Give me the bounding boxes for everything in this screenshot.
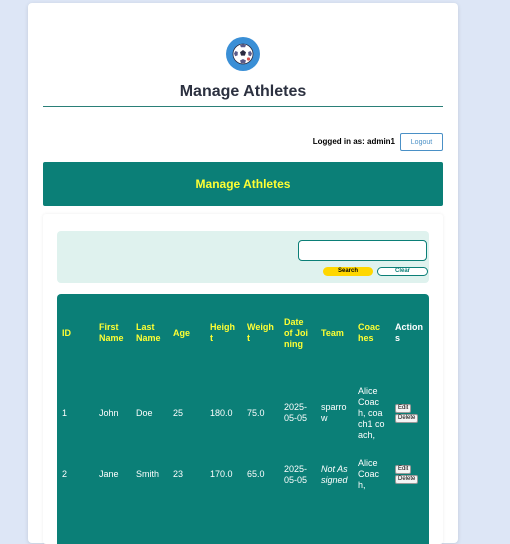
cell-coaches: Alice Coach, coach1 coach, (358, 385, 385, 440)
athletes-table: ID First Name Last Name Age Height Weigh… (57, 294, 429, 544)
table-header-row: ID First Name Last Name Age Height Weigh… (57, 294, 429, 372)
column-header: Age (173, 327, 191, 338)
search-button[interactable]: Search (323, 267, 373, 276)
logged-in-text: Logged in as: admin1 (312, 137, 395, 146)
cell-actions: Edit Delete (390, 454, 429, 495)
column-header: Coaches (358, 322, 381, 343)
cell-team: sparrow (321, 402, 347, 423)
cell-id: 2 (62, 469, 68, 479)
logout-button[interactable]: Logout (400, 133, 443, 151)
title-divider (43, 106, 443, 107)
column-header: Last Name (136, 322, 161, 343)
cell-age: 25 (173, 407, 184, 418)
cell-date-of-joining: 2025-05-05 (284, 463, 308, 485)
cell-coaches: Alice Coach, (358, 458, 380, 490)
column-header: Team (321, 327, 344, 338)
cell-last-name: Smith (136, 469, 160, 479)
table-row: 1 John Doe 25 180.0 75.0 2025-05-05 spar… (57, 372, 429, 454)
edit-button[interactable]: Edit (395, 403, 412, 413)
clear-button[interactable]: Clear (377, 267, 428, 276)
cell-id: 1 (62, 407, 68, 418)
section-banner: Manage Athletes (43, 162, 443, 206)
cell-actions: Edit Delete (390, 372, 429, 454)
cell-date-of-joining: 2025-05-05 (284, 402, 308, 423)
cell-first-name: Jane (99, 469, 119, 479)
soccer-ball-icon (226, 37, 260, 71)
banner-title: Manage Athletes (195, 177, 291, 191)
page-title: Manage Athletes (179, 83, 307, 100)
cell-first-name: John (99, 407, 119, 418)
delete-button[interactable]: Delete (395, 413, 419, 423)
table-row: 2 Jane Smith 23 170.0 65.0 2025-05-05 No… (57, 454, 429, 495)
cell-age: 23 (173, 469, 184, 479)
cell-team: Not Assigned (321, 463, 348, 485)
cell-weight: 75.0 (247, 407, 265, 418)
edit-button[interactable]: Edit (395, 465, 412, 474)
column-header: Actions (395, 322, 423, 343)
column-header: ID (62, 327, 71, 338)
cell-height: 170.0 (210, 469, 233, 479)
column-header: Date of Joining (284, 316, 308, 349)
cell-height: 180.0 (210, 407, 233, 418)
column-header: First Name (99, 322, 124, 343)
column-header: Height (210, 322, 236, 343)
cell-last-name: Doe (136, 407, 153, 418)
cell-weight: 65.0 (247, 469, 265, 479)
column-header: Weight (247, 322, 274, 343)
delete-button[interactable]: Delete (395, 475, 419, 484)
search-input[interactable] (298, 240, 427, 261)
